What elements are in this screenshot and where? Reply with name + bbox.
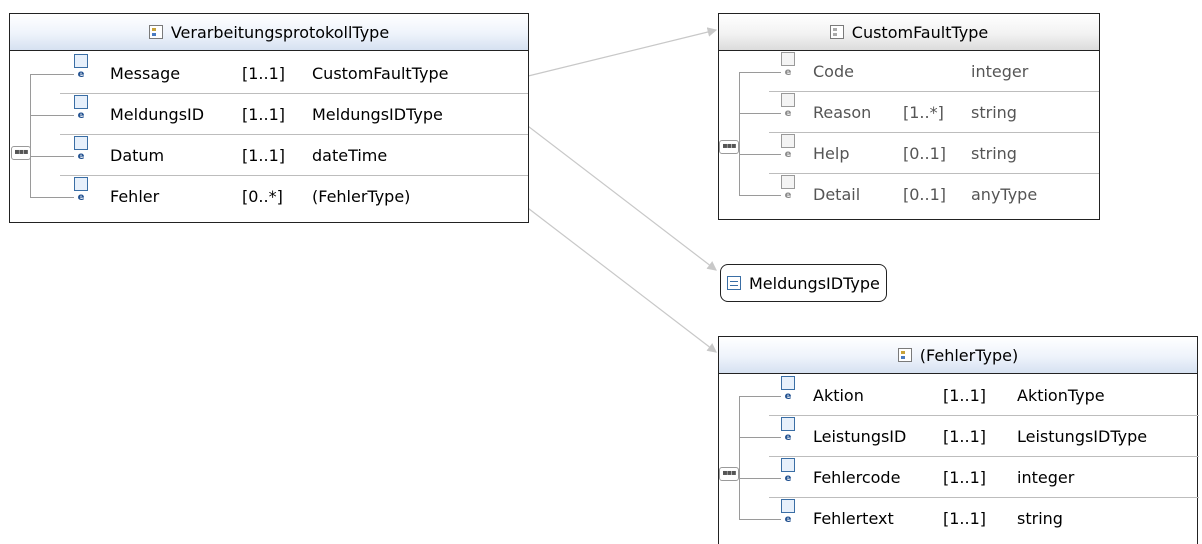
simple-type-title: MeldungsIDType	[749, 273, 880, 293]
element-icon: e	[781, 175, 795, 201]
type-title: (FehlerType)	[919, 345, 1019, 365]
element-type: CustomFaultType	[312, 64, 449, 83]
element-name: Fehler	[110, 187, 160, 206]
connector-meldungsid-meldungsidtype	[519, 119, 717, 271]
tree-connector	[30, 74, 31, 197]
element-cardinality: [0..1]	[903, 144, 947, 163]
complex-type-verarbeitungsprotokolltype[interactable]: VerarbeitungsprotokollType ▪▪▪ e Message [1…	[9, 13, 529, 223]
element-row[interactable]: e Fehler [0..*] (FehlerType)	[60, 177, 528, 217]
element-icon: e	[781, 417, 795, 443]
tree-connector	[739, 72, 740, 195]
complex-type-icon	[829, 25, 844, 39]
element-row[interactable]: e Reason [1..*] string	[769, 93, 1099, 133]
element-name: Aktion	[813, 386, 864, 405]
type-header[interactable]: CustomFaultType	[719, 14, 1099, 51]
element-name: Help	[813, 144, 850, 163]
element-cardinality: [1..1]	[242, 105, 286, 124]
element-cardinality: [0..1]	[903, 185, 947, 204]
element-name: Message	[110, 64, 181, 83]
element-type: anyType	[971, 185, 1038, 204]
element-type: dateTime	[312, 146, 388, 165]
type-header[interactable]: VerarbeitungsprotokollType	[10, 14, 528, 51]
element-type: string	[971, 144, 1017, 163]
element-cardinality: [1..1]	[242, 146, 286, 165]
element-cardinality: [1..1]	[943, 509, 987, 528]
connector-message-customfaulttype	[519, 27, 718, 79]
element-icon: e	[781, 93, 795, 119]
element-icon: e	[781, 134, 795, 160]
element-row[interactable]: e MeldungsID [1..1] MeldungsIDType	[60, 95, 528, 135]
element-type: integer	[1017, 468, 1075, 487]
element-row[interactable]: e Fehlertext [1..1] string	[769, 499, 1199, 539]
type-header[interactable]: (FehlerType)	[719, 337, 1197, 374]
element-cardinality: [1..*]	[903, 103, 944, 122]
complex-type-customfaulttype[interactable]: CustomFaultType ▪▪▪ e Code integer e Reason [1…	[718, 13, 1100, 220]
sequence-compositor-icon[interactable]: ▪▪▪	[719, 140, 739, 154]
element-cardinality: [0..*]	[242, 187, 283, 206]
element-icon: e	[74, 177, 88, 203]
element-icon: e	[74, 95, 88, 121]
element-name: Reason	[813, 103, 872, 122]
simple-type-icon	[727, 276, 741, 290]
element-row[interactable]: e Datum [1..1] dateTime	[60, 136, 528, 176]
element-row[interactable]: e Aktion [1..1] AktionType	[769, 376, 1199, 416]
complex-type-icon	[897, 348, 912, 362]
element-icon: e	[781, 376, 795, 402]
element-row[interactable]: e Fehlercode [1..1] integer	[769, 458, 1199, 498]
sequence-compositor-icon[interactable]: ▪▪▪	[11, 146, 31, 160]
element-name: Fehlercode	[813, 468, 901, 487]
element-icon: e	[74, 136, 88, 162]
element-row[interactable]: e Detail [0..1] anyType	[769, 175, 1099, 215]
element-type: AktionType	[1017, 386, 1105, 405]
element-row[interactable]: e Code integer	[769, 52, 1099, 92]
complex-type-icon	[148, 25, 163, 39]
element-name: Code	[813, 62, 854, 81]
element-cardinality: [1..1]	[943, 468, 987, 487]
element-type: (FehlerType)	[312, 187, 411, 206]
element-name: MeldungsID	[110, 105, 205, 124]
element-row[interactable]: e Message [1..1] CustomFaultType	[60, 54, 528, 94]
tree-connector	[739, 396, 740, 519]
type-title: VerarbeitungsprotokollType	[170, 22, 390, 42]
sequence-compositor-icon[interactable]: ▪▪▪	[719, 467, 739, 481]
element-type: string	[971, 103, 1017, 122]
element-type: integer	[971, 62, 1029, 81]
element-name: Datum	[110, 146, 165, 165]
element-name: Detail	[813, 185, 861, 204]
simple-type-meldungsidtype[interactable]: MeldungsIDType	[720, 264, 887, 302]
element-cardinality: [1..1]	[943, 386, 987, 405]
element-name: LeistungsID	[813, 427, 907, 446]
complex-type-fehlertype[interactable]: (FehlerType) ▪▪▪ e Aktion [1..1] AktionType e…	[718, 336, 1199, 544]
element-type: string	[1017, 509, 1063, 528]
element-type: LeistungsIDType	[1017, 427, 1148, 446]
element-type: MeldungsIDType	[312, 105, 443, 124]
element-cardinality: [1..1]	[242, 64, 286, 83]
element-icon: e	[781, 499, 795, 525]
element-row[interactable]: e Help [0..1] string	[769, 134, 1099, 174]
element-cardinality: [1..1]	[943, 427, 987, 446]
connector-fehler-fehlertype	[519, 201, 717, 353]
element-icon: e	[781, 458, 795, 484]
element-icon: e	[781, 52, 795, 78]
type-title: CustomFaultType	[851, 22, 989, 42]
element-icon: e	[74, 54, 88, 80]
element-row[interactable]: e LeistungsID [1..1] LeistungsIDType	[769, 417, 1199, 457]
element-name: Fehlertext	[813, 509, 894, 528]
